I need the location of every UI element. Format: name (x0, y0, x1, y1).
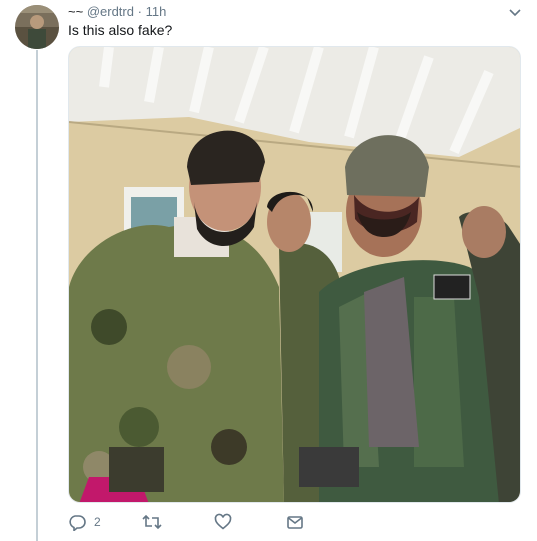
like-button[interactable] (214, 512, 240, 532)
tweet-text: Is this also fake? (68, 22, 173, 38)
display-name[interactable]: ~~ (68, 4, 83, 19)
handle[interactable]: @erdtrd (87, 4, 134, 19)
tweet-header: ~~ @erdtrd · 11h (68, 4, 166, 19)
share-button[interactable] (286, 512, 304, 532)
heart-icon (214, 513, 232, 531)
reply-button[interactable]: 2 (68, 512, 101, 532)
reply-icon (68, 513, 86, 531)
tweet-actions: 2 (68, 512, 488, 532)
reply-count: 2 (94, 515, 101, 529)
mail-icon (286, 513, 304, 531)
retweet-icon (142, 513, 162, 531)
tweet-photo[interactable] (68, 46, 521, 503)
timestamp[interactable]: 11h (146, 4, 167, 19)
thread-line (36, 50, 38, 541)
separator: · (137, 4, 142, 19)
retweet-button[interactable] (142, 512, 170, 532)
chevron-down-icon[interactable] (507, 4, 523, 20)
avatar[interactable] (15, 5, 59, 49)
